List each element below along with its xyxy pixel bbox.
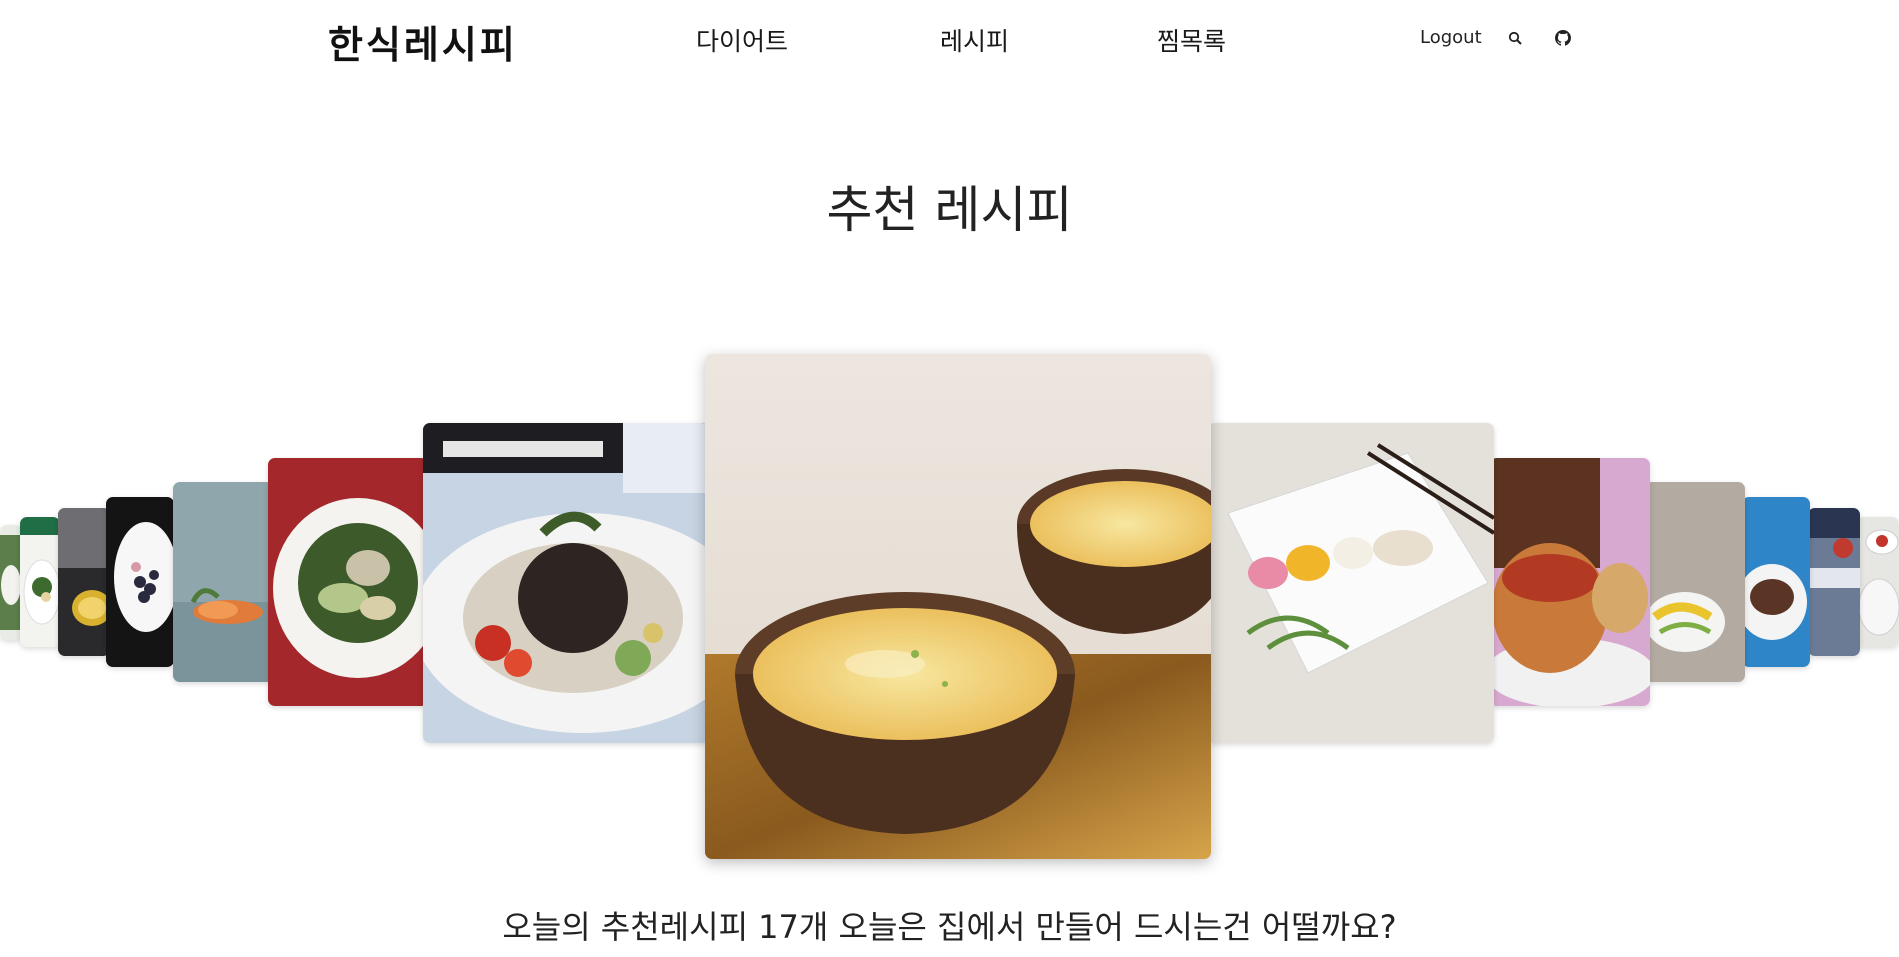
carousel-slide[interactable] [1742, 497, 1810, 667]
carousel-slide[interactable] [1808, 508, 1860, 656]
nav-diet[interactable]: 다이어트 [696, 22, 788, 58]
site-logo[interactable]: 한식레시피 [328, 14, 518, 69]
search-icon [1508, 31, 1522, 45]
carousel-slide[interactable] [1645, 482, 1745, 682]
carousel-slide[interactable] [1857, 517, 1899, 647]
recipe-carousel[interactable] [0, 340, 1899, 870]
recommendation-message: 오늘의 추천레시피 17개 오늘은 집에서 만들어 드시는건 어떨까요? [502, 908, 1397, 946]
carousel-slide[interactable] [20, 517, 60, 647]
site-header: 한식레시피 다이어트 레시피 찜목록 Logout [0, 0, 1899, 78]
nav-favorites[interactable]: 찜목록 [1157, 22, 1226, 58]
carousel-slide[interactable] [58, 508, 110, 656]
carousel-slide[interactable] [173, 482, 273, 682]
carousel-slide[interactable] [1490, 458, 1650, 706]
carousel-slide[interactable] [423, 423, 709, 743]
nav-recipe[interactable]: 레시피 [940, 22, 1009, 58]
carousel-slide[interactable] [1208, 423, 1494, 743]
logout-link[interactable]: Logout [1420, 27, 1482, 48]
carousel-slide-active[interactable] [705, 354, 1211, 859]
carousel-slide[interactable] [0, 525, 22, 640]
carousel-slide[interactable] [268, 458, 428, 706]
carousel-slide[interactable] [106, 497, 174, 667]
github-icon [1555, 30, 1571, 46]
search-button[interactable] [1505, 28, 1525, 48]
section-title: 추천 레시피 [826, 181, 1073, 239]
github-button[interactable] [1553, 28, 1573, 48]
